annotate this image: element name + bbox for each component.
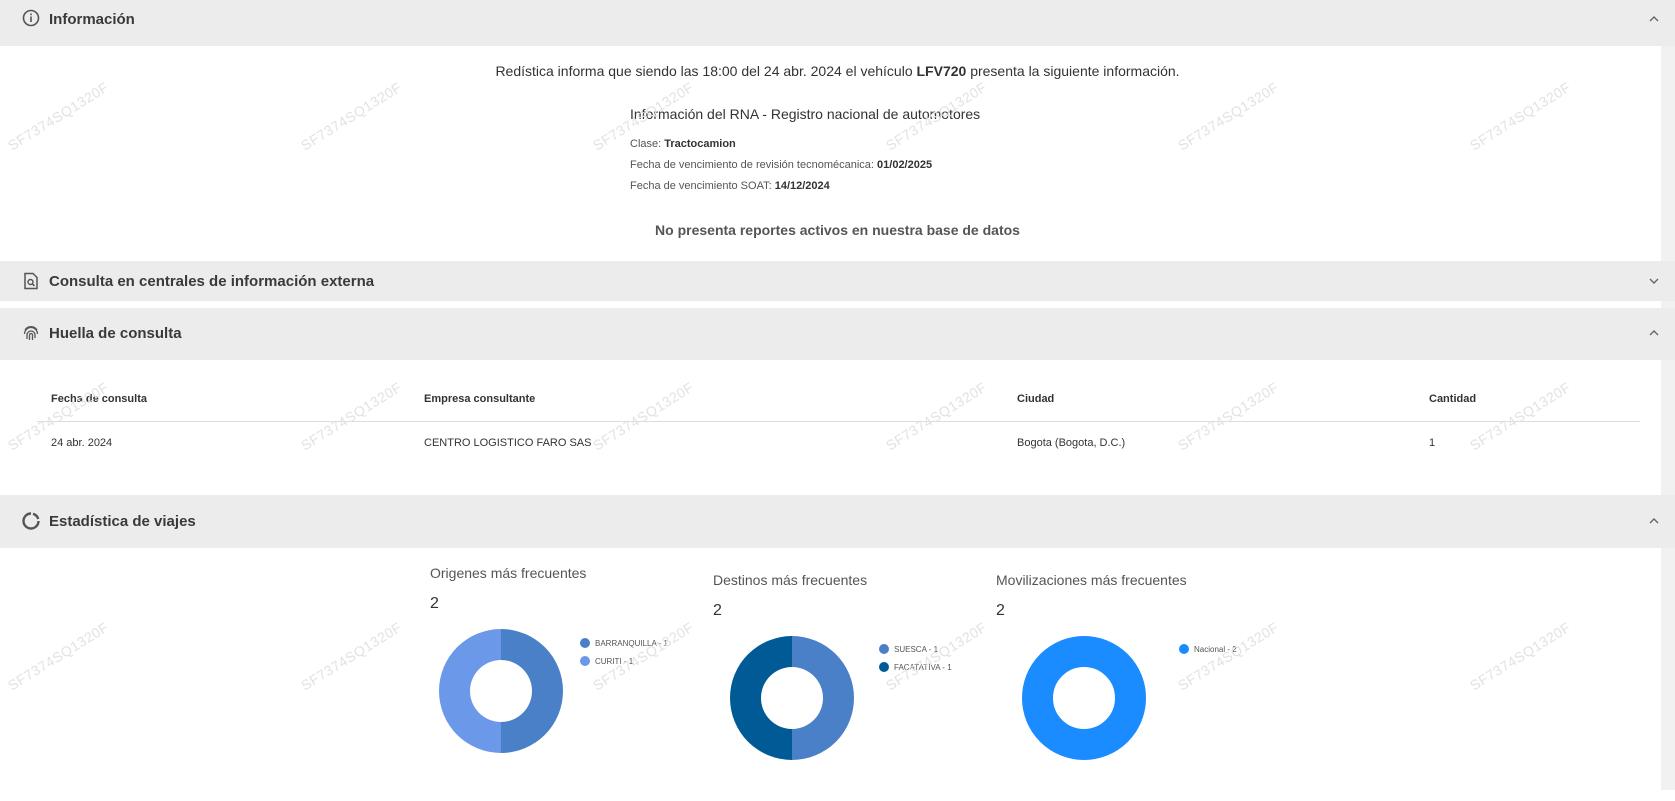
- rna-soat-value: 14/12/2024: [774, 180, 830, 192]
- section-title-huella: Huella de consulta: [49, 325, 182, 342]
- section-header-consulta[interactable]: Consulta en centrales de información ext…: [0, 261, 1675, 301]
- chart-title-origenes: Origenes más frecuentes: [430, 565, 587, 581]
- watermark-text: SF7374SQ1320F: [298, 78, 405, 154]
- section-header-estadistica[interactable]: Estadística de viajes: [0, 495, 1675, 548]
- info-icon: [22, 9, 40, 27]
- document-search-icon: [22, 272, 40, 290]
- donut-slice[interactable]: [792, 636, 854, 760]
- donut-slice[interactable]: [439, 629, 501, 753]
- section-title-informacion: Información: [49, 11, 135, 28]
- donut-slice[interactable]: [1022, 636, 1146, 760]
- no-reports-message: No presenta reportes activos en nuestra …: [655, 222, 1020, 238]
- column-header-empresa: Empresa consultante: [424, 393, 536, 405]
- rna-tecnomecanica-value: 01/02/2025: [877, 159, 933, 171]
- table-divider: [37, 421, 1640, 422]
- chevron-up-icon[interactable]: [1647, 326, 1661, 340]
- rna-soat: Fecha de vencimiento SOAT: 14/12/2024: [630, 180, 830, 192]
- table-cell-cantidad: 1: [1429, 437, 1436, 449]
- section-title-estadistica: Estadística de viajes: [49, 513, 196, 530]
- rna-clase-value: Tractocamion: [664, 138, 736, 150]
- legend-swatch: [1179, 644, 1189, 654]
- fingerprint-icon: [22, 324, 40, 342]
- watermark-text: SF7374SQ1320F: [1467, 618, 1574, 694]
- chevron-down-icon[interactable]: [1647, 274, 1661, 288]
- legend-swatch: [580, 638, 590, 648]
- chevron-up-icon[interactable]: [1647, 12, 1661, 26]
- watermark-text: SF7374SQ1320F: [298, 618, 405, 694]
- info-summary-suffix: presenta la siguiente información.: [966, 63, 1180, 79]
- watermark-text: SF7374SQ1320F: [590, 378, 697, 454]
- watermark-text: SF7374SQ1320F: [883, 378, 990, 454]
- table-cell-empresa: CENTRO LOGISTICO FARO SAS: [424, 437, 592, 449]
- table-cell-ciudad: Bogota (Bogota, D.C.): [1017, 437, 1126, 449]
- section-header-informacion[interactable]: Información: [0, 0, 1675, 46]
- donut-chart-destinos: [730, 636, 854, 760]
- donut-slice[interactable]: [501, 629, 563, 753]
- donut-chart-movilizaciones: [1022, 636, 1146, 760]
- column-header-ciudad: Ciudad: [1017, 393, 1055, 405]
- chevron-up-icon[interactable]: [1647, 514, 1661, 528]
- watermark-text: SF7374SQ1320F: [1175, 78, 1282, 154]
- chart-total-movilizaciones: 2: [996, 602, 1005, 619]
- scrollbar-track[interactable]: [1661, 10, 1675, 790]
- rna-clase: Clase: Tractocamion: [630, 138, 736, 150]
- section-title-consulta: Consulta en centrales de información ext…: [49, 273, 375, 290]
- watermark-text: SF7374SQ1320F: [1467, 78, 1574, 154]
- legend-swatch: [879, 644, 889, 654]
- watermark-text: SF7374SQ1320F: [5, 78, 112, 154]
- table-cell-fecha: 24 abr. 2024: [51, 437, 113, 449]
- loading-circle-icon: [22, 512, 40, 530]
- section-header-huella[interactable]: Huella de consulta: [0, 308, 1675, 360]
- info-summary-line: Redística informa que siendo las 18:00 d…: [0, 63, 1675, 79]
- rna-tecnomecanica: Fecha de vencimiento de revisión tecnomé…: [630, 159, 933, 171]
- vehicle-plate: LFV720: [916, 63, 967, 79]
- donut-chart-origenes: [439, 629, 563, 753]
- chart-title-destinos: Destinos más frecuentes: [713, 572, 868, 588]
- watermark-text: SF7374SQ1320F: [298, 378, 405, 454]
- chart-total-origenes: 2: [430, 595, 439, 612]
- column-header-cantidad: Cantidad: [1429, 393, 1477, 405]
- watermark-text: SF7374SQ1320F: [1175, 378, 1282, 454]
- watermark-text: SF7374SQ1320F: [1467, 378, 1574, 454]
- watermark-text: SF7374SQ1320F: [5, 618, 112, 694]
- info-summary-prefix: Redística informa que siendo las 18:00 d…: [495, 63, 917, 79]
- chart-total-destinos: 2: [713, 602, 722, 619]
- donut-slice[interactable]: [730, 636, 792, 760]
- legend-swatch: [580, 656, 590, 666]
- chart-title-movilizaciones: Movilizaciones más frecuentes: [996, 572, 1187, 588]
- legend-swatch: [879, 662, 889, 672]
